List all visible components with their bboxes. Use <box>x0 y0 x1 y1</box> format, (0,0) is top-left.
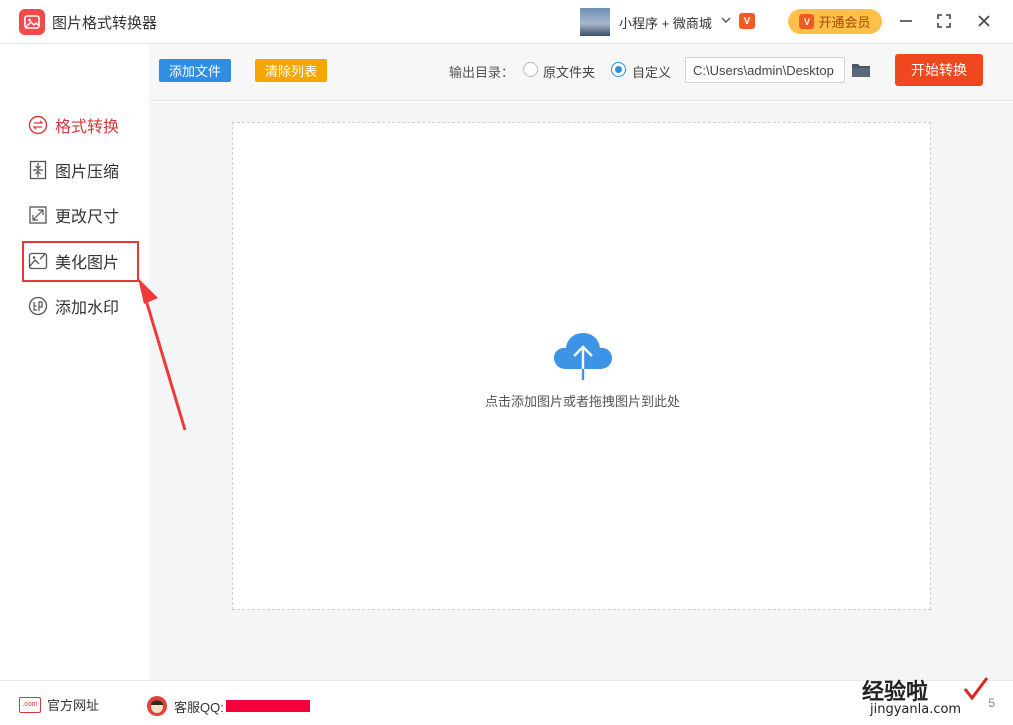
radio-original-label[interactable]: 原文件夹 <box>543 62 595 81</box>
close-button[interactable] <box>973 10 995 32</box>
website-link[interactable]: .com 官方网址 <box>19 695 99 714</box>
drop-zone[interactable]: 点击添加图片或者拖拽图片到此处 <box>232 122 931 610</box>
format-convert-icon <box>28 115 48 135</box>
highlight-annotation-box <box>22 241 139 282</box>
output-dir-label: 输出目录： <box>449 65 515 80</box>
site-watermark: 经验啦 jingyanla.com <box>862 674 1007 722</box>
folder-icon[interactable] <box>851 62 871 78</box>
website-icon: .com <box>19 696 41 713</box>
minimize-button[interactable] <box>895 10 917 32</box>
sidebar-item-label: 添加水印 <box>55 300 120 317</box>
toolbar: 添加文件 清除列表 输出目录： 原文件夹 自定义 C:\Users\admin\… <box>149 44 1013 101</box>
maximize-icon <box>937 14 951 28</box>
close-icon <box>978 15 990 27</box>
sidebar-item-label: 更改尺寸 <box>55 209 120 226</box>
maximize-button[interactable] <box>933 10 955 32</box>
qq-label: 客服QQ: <box>174 699 224 715</box>
open-vip-label: 开通会员 <box>818 15 871 30</box>
resize-icon <box>28 205 48 225</box>
add-file-button[interactable]: 添加文件 <box>159 59 231 82</box>
checkmark-icon <box>963 677 989 701</box>
app-title: 图片格式转换器 <box>52 15 158 32</box>
title-bar: 图片格式转换器 小程序 + 微商城 V V 开通会员 <box>0 0 1013 44</box>
sidebar-item-label: 格式转换 <box>55 119 120 136</box>
app-window: 图片格式转换器 小程序 + 微商城 V V 开通会员 格式转换 图片压缩 更改尺… <box>0 0 1013 725</box>
radio-custom-folder[interactable] <box>611 62 626 77</box>
output-path-input[interactable]: C:\Users\admin\Desktop <box>685 57 845 83</box>
watermark-icon <box>28 296 48 316</box>
support-avatar-icon <box>147 696 167 716</box>
cloud-upload-icon <box>554 333 612 380</box>
red-arrow-annotation <box>138 278 187 431</box>
compress-icon <box>28 160 48 180</box>
sidebar-item-label: 图片压缩 <box>55 164 120 181</box>
drop-zone-hint: 点击添加图片或者拖拽图片到此处 <box>484 394 680 409</box>
vip-icon: V <box>799 14 815 29</box>
radio-original-folder[interactable] <box>523 62 538 77</box>
app-logo-icon <box>19 9 45 35</box>
radio-custom-label[interactable]: 自定义 <box>632 62 671 81</box>
mini-program-label[interactable]: 小程序 + 微商城 <box>619 13 712 32</box>
chevron-down-icon[interactable] <box>720 14 732 26</box>
main-area: 点击添加图片或者拖拽图片到此处 <box>149 102 1013 680</box>
redacted-qq-number <box>225 700 310 712</box>
sidebar-item-compress[interactable]: 图片压缩 <box>28 157 119 183</box>
mini-program-thumbnail[interactable] <box>580 8 610 36</box>
clear-list-button[interactable]: 清除列表 <box>255 59 327 82</box>
sidebar: 格式转换 图片压缩 更改尺寸 美化图片 添加水印 <box>0 44 149 680</box>
support-qq: 客服QQ: <box>146 695 310 717</box>
start-convert-button[interactable]: 开始转换 <box>895 54 983 86</box>
vip-badge-icon: V <box>739 13 755 29</box>
open-vip-button[interactable]: V 开通会员 <box>788 9 882 34</box>
minimize-icon <box>900 20 912 22</box>
website-label: 官方网址 <box>47 698 100 713</box>
sidebar-item-resize[interactable]: 更改尺寸 <box>28 202 119 228</box>
sidebar-item-format-convert[interactable]: 格式转换 <box>28 112 119 138</box>
watermark-en: jingyanla.com <box>870 702 962 717</box>
sidebar-item-watermark[interactable]: 添加水印 <box>28 293 119 319</box>
